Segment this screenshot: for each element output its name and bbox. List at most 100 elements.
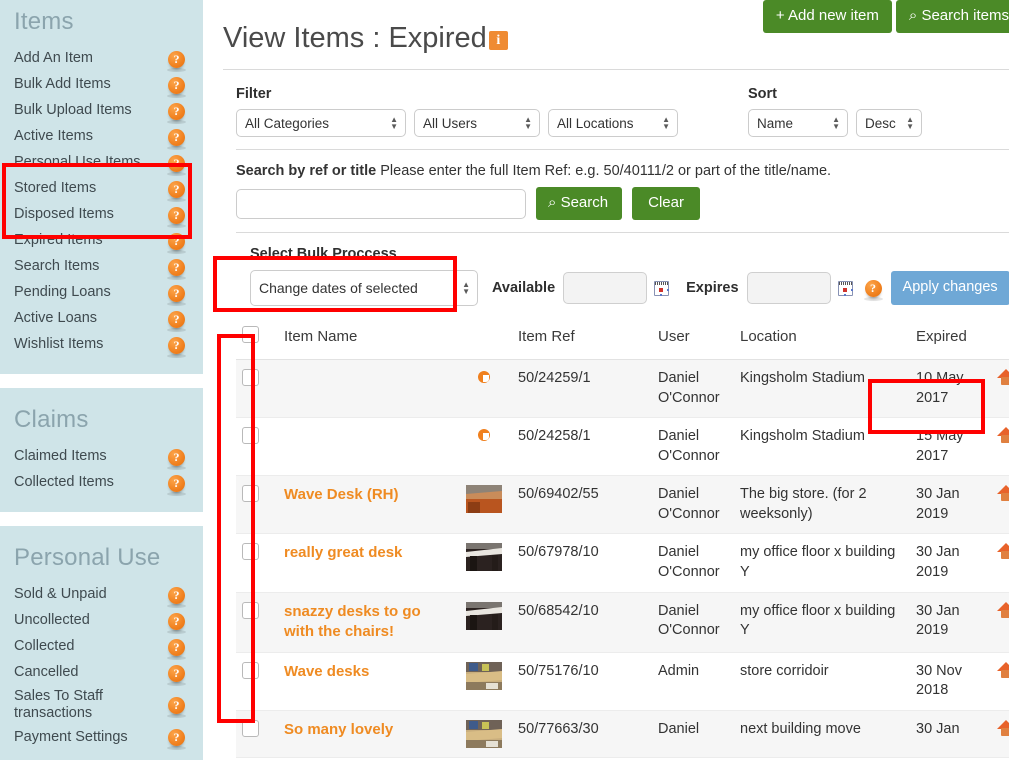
row-thumbnail [460,475,512,535]
sort-field-select[interactable]: Name ▲ ▼ [748,109,848,137]
location-select[interactable]: All Locations ▲ ▼ [548,109,678,137]
table-row[interactable]: really great desk 50/67978/10 Daniel O'C… [236,533,1009,593]
home-icon[interactable] [997,485,1009,502]
item-name-link[interactable]: So many lovely [284,721,393,738]
search-submit-button[interactable]: ⌕ Search [536,187,623,220]
sidebar-item-search-items[interactable]: Search Items ? [0,254,203,280]
sidebar-item-cancelled[interactable]: Cancelled ? [0,660,203,686]
item-thumbnail[interactable] [466,661,502,690]
apply-changes-button[interactable]: Apply changes [890,271,1009,305]
sidebar-item-collected-items[interactable]: Collected Items ? [0,470,203,496]
help-icon[interactable]: ? [167,336,186,358]
sidebar-item-payment-settings[interactable]: Payment Settings ? [0,724,203,750]
help-icon[interactable]: ? [167,284,186,306]
item-name-link[interactable]: Wave desks [284,663,369,680]
home-icon[interactable] [997,369,1009,385]
row-checkbox[interactable] [242,719,259,737]
table-header-row: Item Name Item Ref User Location Expired [236,318,1009,360]
help-icon[interactable]: ? [167,232,186,254]
home-icon[interactable] [997,719,1009,736]
add-new-item-button[interactable]: + Add new item [762,0,892,33]
help-icon[interactable]: ? [167,154,186,176]
table-row[interactable]: 50/24259/1 Daniel O'Connor Kingsholm Sta… [236,359,1009,419]
row-checkbox[interactable] [242,661,259,679]
sidebar-item-wishlist-items[interactable]: Wishlist Items ? [0,332,203,358]
row-location: The big store. (for 2 weeksonly) [734,475,910,535]
home-icon[interactable] [997,601,1009,618]
help-icon[interactable]: ? [167,612,186,634]
select-all-checkbox[interactable] [242,326,259,343]
sidebar-item-stored-items[interactable]: Stored Items ? [0,176,203,202]
row-thumbnail [460,710,512,758]
help-icon[interactable]: ? [167,258,186,280]
help-icon[interactable]: ? [167,664,186,686]
sidebar-item-active-items[interactable]: Active Items ? [0,124,203,150]
sidebar-item-bulk-add-items[interactable]: Bulk Add Items ? [0,72,203,98]
item-thumbnail[interactable] [466,601,502,630]
help-icon[interactable]: ? [167,310,186,332]
help-icon[interactable]: ? [167,102,186,124]
sidebar-item-disposed-items[interactable]: Disposed Items ? [0,202,203,228]
table-row[interactable]: Wave desks 50/75176/10 Admin store corri… [236,652,1009,711]
bulk-process-label: Select Bulk Proccess [250,246,397,262]
sidebar-item-sold-and-unpaid[interactable]: Sold & Unpaid ? [0,582,203,608]
help-icon[interactable]: ? [167,206,186,228]
row-item-ref: 50/75176/10 [512,652,652,711]
home-icon[interactable] [997,661,1009,678]
help-icon[interactable]: ? [167,728,186,750]
user-select[interactable]: All Users ▲ ▼ [414,109,540,137]
search-items-button[interactable]: ⌕ Search items [895,0,1009,33]
row-checkbox[interactable] [242,369,259,386]
help-icon[interactable]: ? [167,128,186,150]
available-date-input[interactable] [563,272,648,304]
table-row[interactable]: 50/24258/1 Daniel O'Connor Kingsholm Sta… [236,417,1009,477]
home-icon[interactable] [997,427,1009,444]
sidebar-item-expired-items[interactable]: Expired Items ? [0,228,203,254]
sidebar-item-sales-to-staff-transactions[interactable]: Sales To Staff transactions ? [0,686,203,724]
sidebar-item-claimed-items[interactable]: Claimed Items ? [0,444,203,470]
sidebar-item-bulk-upload-items[interactable]: Bulk Upload Items ? [0,98,203,124]
sidebar-item-pending-loans[interactable]: Pending Loans ? [0,280,203,306]
item-name-link[interactable]: snazzy desks to go with the chairs! [284,603,421,641]
help-icon[interactable]: ? [863,279,883,301]
item-name-link[interactable]: Wave Desk (RH) [284,486,398,503]
search-input[interactable] [236,188,526,219]
item-thumbnail[interactable] [466,719,502,748]
sidebar-item-active-loans[interactable]: Active Loans ? [0,306,203,332]
sidebar-item-label: Wishlist Items [14,336,104,353]
table-row[interactable]: So many lovely 50/77663/30 Daniel next b… [236,710,1009,758]
calendar-icon[interactable] [654,280,670,296]
help-icon[interactable]: ? [167,448,186,470]
item-thumbnail[interactable] [466,485,502,514]
help-icon[interactable]: ? [167,638,186,660]
help-icon[interactable]: ? [167,474,186,496]
help-icon[interactable]: ? [167,180,186,202]
help-icon[interactable]: ? [167,586,186,608]
row-checkbox[interactable] [242,427,259,445]
category-select[interactable]: All Categories ▲ ▼ [236,109,406,137]
help-icon[interactable]: ? [167,50,186,72]
row-checkbox[interactable] [242,485,259,503]
item-name-link[interactable]: really great desk [284,544,402,561]
expires-date-input[interactable] [746,272,831,304]
table-row[interactable]: snazzy desks to go with the chairs! 50/6… [236,592,1009,653]
home-icon[interactable] [997,543,1009,560]
sidebar-item-collected[interactable]: Collected ? [0,634,203,660]
sidebar-item-personal-use-items[interactable]: Personal Use Items ? [0,150,203,176]
table-row[interactable]: Wave Desk (RH) 50/69402/55 Daniel O'Conn… [236,475,1009,535]
sidebar-item-uncollected[interactable]: Uncollected ? [0,608,203,634]
info-icon[interactable]: i [488,31,508,50]
sidebar-panel-title-items: Items [14,8,74,35]
item-thumbnail[interactable] [466,543,502,572]
help-icon[interactable]: ? [167,76,186,98]
header-location: Location [734,318,910,360]
row-checkbox[interactable] [242,543,259,561]
sidebar-item-add-an-item[interactable]: Add An Item ? [0,46,203,72]
clear-button[interactable]: Clear [632,187,700,220]
help-icon[interactable]: ? [167,696,186,718]
bulk-process-select[interactable]: Change dates of selected ▲ ▼ [250,270,478,306]
calendar-icon[interactable] [837,280,853,296]
sort-direction-select[interactable]: Desc ▲ ▼ [856,109,922,137]
row-checkbox[interactable] [242,601,259,619]
sort-selects: Name ▲ ▼ Desc ▲ ▼ [748,109,922,137]
